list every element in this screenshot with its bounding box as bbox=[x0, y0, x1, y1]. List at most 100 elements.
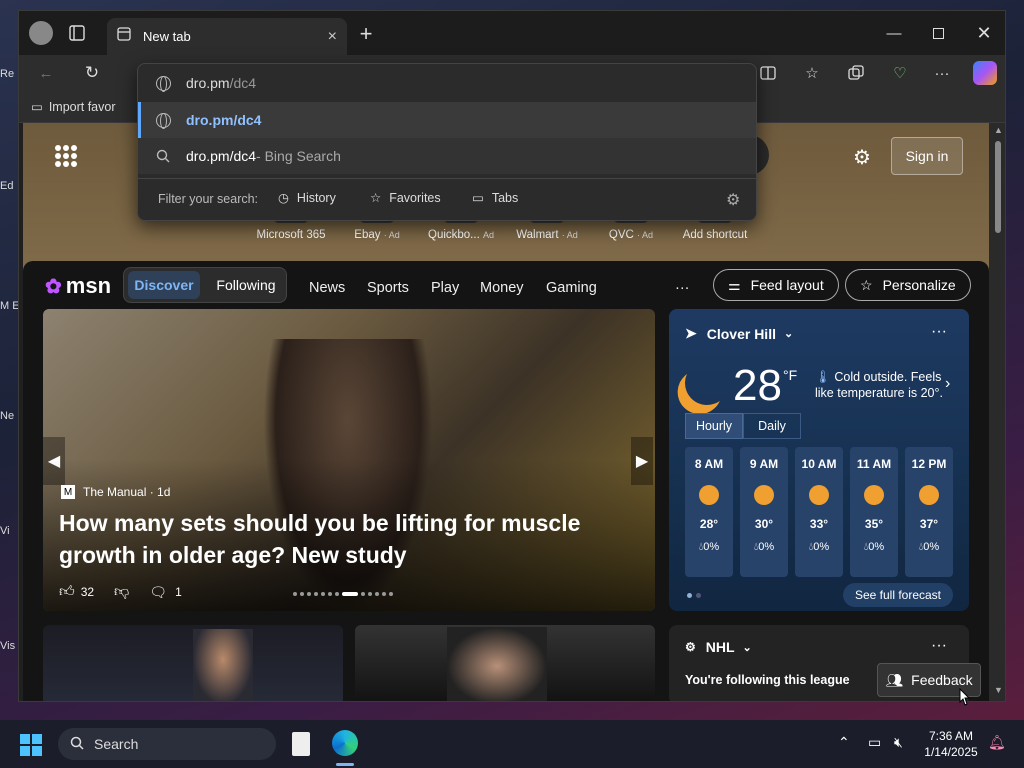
edge-browser-icon[interactable] bbox=[332, 730, 358, 756]
nav-sports[interactable]: Sports bbox=[367, 271, 409, 305]
tab-hourly[interactable]: Hourly bbox=[685, 413, 743, 439]
sun-icon bbox=[754, 485, 774, 505]
hero-headline[interactable]: How many sets should you be lifting for … bbox=[59, 507, 619, 571]
minimize-icon[interactable]: — bbox=[879, 21, 909, 45]
new-tab-plus-icon[interactable]: + bbox=[355, 21, 377, 46]
chevron-right-icon[interactable]: › bbox=[945, 375, 950, 393]
filter-label: Filter your search: bbox=[158, 192, 259, 206]
suggestion-url[interactable]: dro.pm/dc4 bbox=[138, 102, 756, 138]
import-favorites-label: Import favor bbox=[48, 99, 116, 114]
personalize-button[interactable]: ☆ Personalize bbox=[845, 269, 971, 301]
scroll-thumb[interactable] bbox=[995, 141, 1001, 233]
address-input[interactable]: dro.pm/dc4 bbox=[138, 64, 756, 102]
profile-avatar[interactable] bbox=[29, 21, 53, 45]
windows-start-icon[interactable] bbox=[20, 734, 42, 756]
taskbar-search[interactable]: Search bbox=[58, 728, 276, 760]
hour-precip: 0% bbox=[868, 541, 885, 553]
msn-logo-text: msn bbox=[65, 273, 112, 298]
desktop-icon-label[interactable]: Re bbox=[0, 68, 20, 80]
sparkle-star-icon: ☆ bbox=[860, 276, 873, 293]
tab-daily[interactable]: Daily bbox=[743, 413, 801, 439]
hour-forecast[interactable]: 12 PM 37° 💧︎0% bbox=[905, 447, 953, 577]
nhl-title-text: NHL bbox=[705, 639, 735, 655]
thumbs-up-icon[interactable]: 👍︎ bbox=[59, 583, 75, 601]
workspaces-icon[interactable] bbox=[67, 23, 87, 43]
close-window-icon[interactable]: ✕ bbox=[969, 21, 999, 45]
weather-location[interactable]: ➤ Clover Hill ⌄ bbox=[685, 325, 793, 342]
tab-new-tab[interactable]: New tab × bbox=[107, 18, 347, 55]
story-card-portrait[interactable] bbox=[355, 625, 655, 701]
weather-unit: °F bbox=[783, 367, 798, 383]
see-full-forecast-button[interactable]: See full forecast bbox=[843, 583, 953, 607]
suggestion-bing-search[interactable]: dro.pm/dc4 - Bing Search bbox=[138, 138, 756, 174]
more-options-icon[interactable]: ··· bbox=[931, 63, 953, 83]
page-settings-gear-icon[interactable]: ⚙ bbox=[853, 145, 871, 170]
nhl-title[interactable]: ⚙ NHL ⌄ bbox=[685, 639, 752, 655]
hour-forecast[interactable]: 11 AM 35° 💧︎0% bbox=[850, 447, 898, 577]
notification-bell-icon[interactable]: 🔔︎ bbox=[988, 734, 1006, 751]
mouse-cursor-icon bbox=[958, 687, 971, 706]
sun-icon bbox=[919, 485, 939, 505]
desktop-icon-label[interactable]: Vi bbox=[0, 525, 20, 537]
hour-forecast[interactable]: 10 AM 33° 💧︎0% bbox=[795, 447, 843, 577]
more-nav-icon[interactable]: ··· bbox=[675, 271, 690, 305]
hour-precip: 0% bbox=[813, 541, 830, 553]
copilot-icon[interactable] bbox=[973, 61, 997, 85]
desktop-icon-label[interactable]: Vis bbox=[0, 640, 20, 652]
split-screen-icon[interactable] bbox=[757, 63, 779, 83]
nav-gaming[interactable]: Gaming bbox=[546, 271, 597, 305]
filter-favorites[interactable]: ☆ Favorites bbox=[370, 190, 441, 206]
hour-forecast[interactable]: 8 AM 28° 💧︎0% bbox=[685, 447, 733, 577]
close-tab-icon[interactable]: × bbox=[328, 28, 337, 46]
feedback-person-icon: 👥︎ bbox=[885, 671, 904, 688]
scroll-down-icon[interactable]: ▼ bbox=[994, 685, 1003, 695]
nav-news[interactable]: News bbox=[309, 271, 345, 305]
filter-tabs[interactable]: ▭ Tabs bbox=[472, 190, 518, 206]
volume-muted-icon[interactable]: 🔇︎ bbox=[894, 734, 903, 751]
import-favorites-button[interactable]: ▭ Import favor bbox=[31, 99, 116, 115]
scroll-up-icon[interactable]: ▲ bbox=[994, 125, 1003, 135]
divider bbox=[138, 178, 756, 179]
story-card-baseball[interactable] bbox=[43, 625, 343, 701]
app-launcher-icon[interactable] bbox=[55, 145, 77, 167]
tab-discover[interactable]: Discover bbox=[128, 271, 200, 299]
weather-more-icon[interactable]: ··· bbox=[931, 323, 947, 341]
shortcut-label: Add shortcut bbox=[682, 229, 748, 241]
network-icon[interactable]: ▭ bbox=[868, 734, 881, 751]
thumbs-down-icon[interactable]: 👎︎ bbox=[114, 583, 129, 601]
taskbar-search-label: Search bbox=[94, 736, 139, 752]
weather-temp: 28 bbox=[733, 361, 782, 410]
location-arrow-icon: ➤ bbox=[685, 325, 697, 341]
address-host: dro.pm bbox=[186, 75, 230, 91]
desktop-icon-label[interactable]: Ne bbox=[0, 410, 20, 422]
favorites-star-icon[interactable]: ☆ bbox=[801, 63, 823, 83]
comment-icon[interactable]: 🗨︎ bbox=[149, 584, 167, 601]
weather-page-dots bbox=[687, 593, 701, 598]
refresh-icon[interactable]: ↻ bbox=[81, 63, 103, 83]
settings-gear-icon[interactable]: ⚙ bbox=[726, 190, 740, 210]
nav-money[interactable]: Money bbox=[480, 271, 524, 305]
tab-following[interactable]: Following bbox=[208, 271, 284, 299]
page-scrollbar[interactable]: ▲ ▼ bbox=[989, 123, 1005, 701]
browser-essentials-icon[interactable]: ♡ bbox=[889, 63, 911, 83]
desktop-icon-label[interactable]: M E bbox=[0, 300, 20, 312]
show-hidden-icons-icon[interactable]: ⌃ bbox=[838, 734, 850, 751]
thermometer-icon: 🌡︎ bbox=[815, 370, 831, 384]
hero-source[interactable]: M The Manual · 1d bbox=[61, 485, 170, 499]
sign-in-button[interactable]: Sign in bbox=[891, 137, 963, 175]
feed-layout-button[interactable]: ⚌ Feed layout bbox=[713, 269, 839, 301]
desktop-icon-label[interactable]: Ed bbox=[0, 180, 20, 192]
hour-forecast[interactable]: 9 AM 30° 💧︎0% bbox=[740, 447, 788, 577]
nav-play[interactable]: Play bbox=[431, 271, 459, 305]
maximize-icon[interactable] bbox=[923, 21, 953, 45]
clock[interactable]: 7:36 AM 1/14/2025 bbox=[920, 728, 982, 760]
feed-layout-label: Feed layout bbox=[750, 277, 824, 293]
back-icon[interactable]: ← bbox=[35, 63, 57, 83]
nhl-more-icon[interactable]: ··· bbox=[931, 637, 947, 655]
globe-icon bbox=[154, 74, 172, 92]
collections-icon[interactable] bbox=[845, 63, 867, 83]
hero-story-card[interactable]: ◀ ▶ M The Manual · 1d How many sets shou… bbox=[43, 309, 655, 611]
msn-logo[interactable]: ✿ msn bbox=[45, 271, 111, 301]
file-icon[interactable] bbox=[292, 732, 310, 756]
filter-history[interactable]: ◷ History bbox=[278, 190, 336, 206]
